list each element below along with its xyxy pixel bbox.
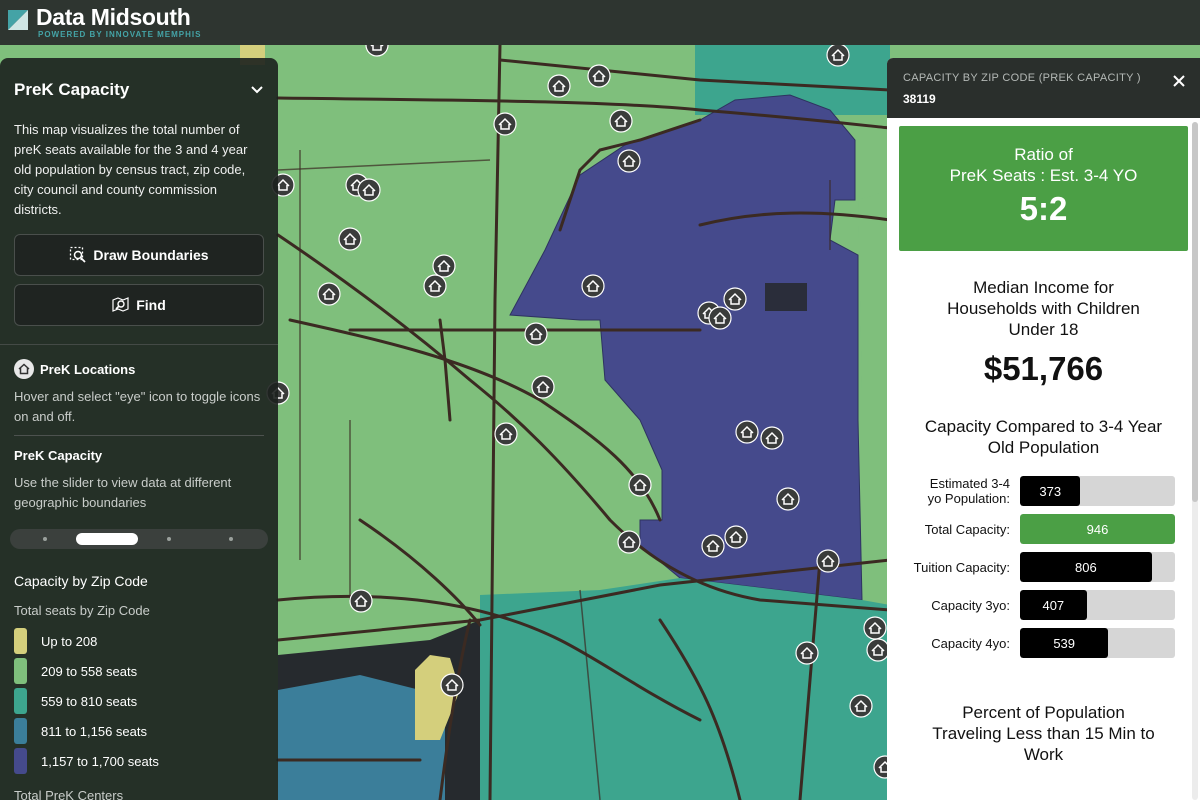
legend-item: 811 to 1,156 seats <box>14 716 264 746</box>
legend-label: 1,157 to 1,700 seats <box>41 753 159 769</box>
details-scrollbar[interactable] <box>1192 122 1198 800</box>
total-centers-label: Total PreK Centers <box>14 788 124 800</box>
income-title: Median Income for Households with Childr… <box>899 277 1188 340</box>
logo[interactable]: Data Midsouth POWERED BY INNOVATE MEMPHI… <box>36 5 201 39</box>
legend-item: Up to 208 <box>14 626 264 656</box>
house-icon[interactable] <box>14 359 34 379</box>
commute-title: Percent of Population Traveling Less tha… <box>899 702 1188 765</box>
commute-title-line: Percent of Population <box>962 703 1125 722</box>
slider-stop[interactable] <box>167 537 171 541</box>
income-value: $51,766 <box>983 350 1104 387</box>
prek-capacity-title: PreK Capacity <box>14 448 103 463</box>
capacity-title: Capacity Compared to 3-4 Year Old Popula… <box>899 416 1188 458</box>
panel-header[interactable]: PreK Capacity <box>0 58 278 100</box>
ratio-title: Ratio of PreK Seats : Est. 3-4 YO <box>899 144 1188 186</box>
income-title-line: Households with Children <box>947 299 1140 318</box>
legend-swatch <box>14 688 27 714</box>
bar-label: Estimated 3-4 yo Population: <box>899 476 1020 506</box>
bar-label-line: Estimated 3-4 <box>929 476 1010 491</box>
legend-label: 811 to 1,156 seats <box>41 723 148 739</box>
bar-row: Estimated 3-4 yo Population: 373 <box>899 472 1188 510</box>
bar-label: Capacity 4yo: <box>899 636 1020 651</box>
draw-boundary-icon <box>70 246 87 263</box>
legend-label: Up to 208 <box>41 633 98 649</box>
legend: Up to 208 209 to 558 seats 559 to 810 se… <box>0 618 278 776</box>
bar-row: Capacity 3yo: 407 <box>899 586 1188 624</box>
bar-label-line: yo Population: <box>927 491 1010 506</box>
zip-code: 38119 <box>903 92 936 106</box>
capacity-bars: Estimated 3-4 yo Population: 373 Total C… <box>899 472 1188 662</box>
bar-fill: 539 <box>1020 628 1109 658</box>
bar-fill: 946 <box>1020 514 1175 544</box>
bar-label-line: Tuition Capacity: <box>913 559 1010 575</box>
bar-label: Tuition Capacity: <box>899 560 1020 575</box>
bar-track: 946 <box>1020 514 1175 544</box>
legend-subtitle: Total seats by Zip Code <box>14 603 150 618</box>
legend-label: 559 to 810 seats <box>41 693 138 709</box>
legend-title: Capacity by Zip Code <box>14 573 148 589</box>
bar-fill: 806 <box>1020 552 1152 582</box>
logo-mark-icon <box>8 8 30 30</box>
bar-label: Total Capacity: <box>899 522 1020 537</box>
bar-label-line: Capacity 4yo: <box>931 635 1010 651</box>
draw-boundaries-button[interactable]: Draw Boundaries <box>14 234 264 276</box>
prek-capacity-hint: Use the slider to view data at different… <box>14 475 232 510</box>
capacity-title-line: Old Population <box>987 438 1100 457</box>
bar-row: Capacity 4yo: 539 <box>899 624 1188 662</box>
legend-swatch <box>14 628 27 654</box>
details-body: Ratio of PreK Seats : Est. 3-4 YO 5:2 Me… <box>887 118 1200 765</box>
bar-track: 373 <box>1020 476 1175 506</box>
app-header: Data Midsouth POWERED BY INNOVATE MEMPHI… <box>0 0 1200 45</box>
scrollbar-thumb[interactable] <box>1192 122 1198 502</box>
bar-fill: 373 <box>1020 476 1081 506</box>
capacity-title-line: Capacity Compared to 3-4 Year <box>924 417 1163 436</box>
prek-locations-hint: Hover and select "eye" icon to toggle ic… <box>14 389 261 424</box>
income-title-line: Median Income for <box>973 278 1114 297</box>
details-header: CAPACITY BY ZIP CODE (PREK CAPACITY ) 38… <box>887 58 1200 118</box>
draw-boundaries-label: Draw Boundaries <box>93 247 209 263</box>
bar-track: 407 <box>1020 590 1175 620</box>
app-title: Data Midsouth <box>36 4 191 30</box>
legend-item: 1,157 to 1,700 seats <box>14 746 264 776</box>
find-label: Find <box>136 297 166 313</box>
close-icon[interactable] <box>1172 74 1186 88</box>
bar-label-line: Capacity 3yo: <box>931 597 1010 613</box>
bar-label-line: Total Capacity: <box>924 521 1010 537</box>
bar-row: Tuition Capacity: 806 <box>899 548 1188 586</box>
map-search-icon <box>112 297 129 312</box>
income-title-line: Under 18 <box>1008 320 1079 339</box>
app-subtitle: POWERED BY INNOVATE MEMPHIS <box>38 30 202 39</box>
bar-row: Total Capacity: 946 <box>899 510 1188 548</box>
commute-title-line: Work <box>1023 745 1064 764</box>
slider-stop[interactable] <box>229 537 233 541</box>
boundary-slider[interactable] <box>10 529 268 549</box>
prek-locations-section: PreK Locations Hover and select "eye" ic… <box>0 345 278 427</box>
find-button[interactable]: Find <box>14 284 264 326</box>
bar-label: Capacity 3yo: <box>899 598 1020 613</box>
commute-title-line: Traveling Less than 15 Min to <box>932 724 1155 743</box>
ratio-value: 5:2 <box>1019 190 1068 227</box>
legend-swatch <box>14 718 27 744</box>
panel-description: This map visualizes the total number of … <box>14 122 248 217</box>
details-header-label: CAPACITY BY ZIP CODE (PREK CAPACITY ) <box>903 72 1141 84</box>
prek-capacity-section: PreK Capacity Use the slider to view dat… <box>0 436 278 513</box>
legend-item: 559 to 810 seats <box>14 686 264 716</box>
bar-track: 539 <box>1020 628 1175 658</box>
ratio-title-line: PreK Seats : Est. 3-4 YO <box>949 166 1138 185</box>
bar-fill: 407 <box>1020 590 1087 620</box>
panel-title: PreK Capacity <box>14 80 130 99</box>
slider-stop[interactable] <box>43 537 47 541</box>
chevron-down-icon[interactable] <box>250 83 264 97</box>
left-panel: PreK Capacity This map visualizes the to… <box>0 58 278 800</box>
details-panel: CAPACITY BY ZIP CODE (PREK CAPACITY ) 38… <box>887 58 1200 800</box>
bar-track: 806 <box>1020 552 1175 582</box>
prek-locations-title: PreK Locations <box>40 361 136 377</box>
legend-swatch <box>14 658 27 684</box>
legend-item: 209 to 558 seats <box>14 656 264 686</box>
ratio-title-line: Ratio of <box>1014 145 1073 164</box>
slider-handle[interactable] <box>76 533 138 545</box>
legend-swatch <box>14 748 27 774</box>
legend-label: 209 to 558 seats <box>41 663 138 679</box>
ratio-card: Ratio of PreK Seats : Est. 3-4 YO 5:2 <box>899 126 1188 251</box>
